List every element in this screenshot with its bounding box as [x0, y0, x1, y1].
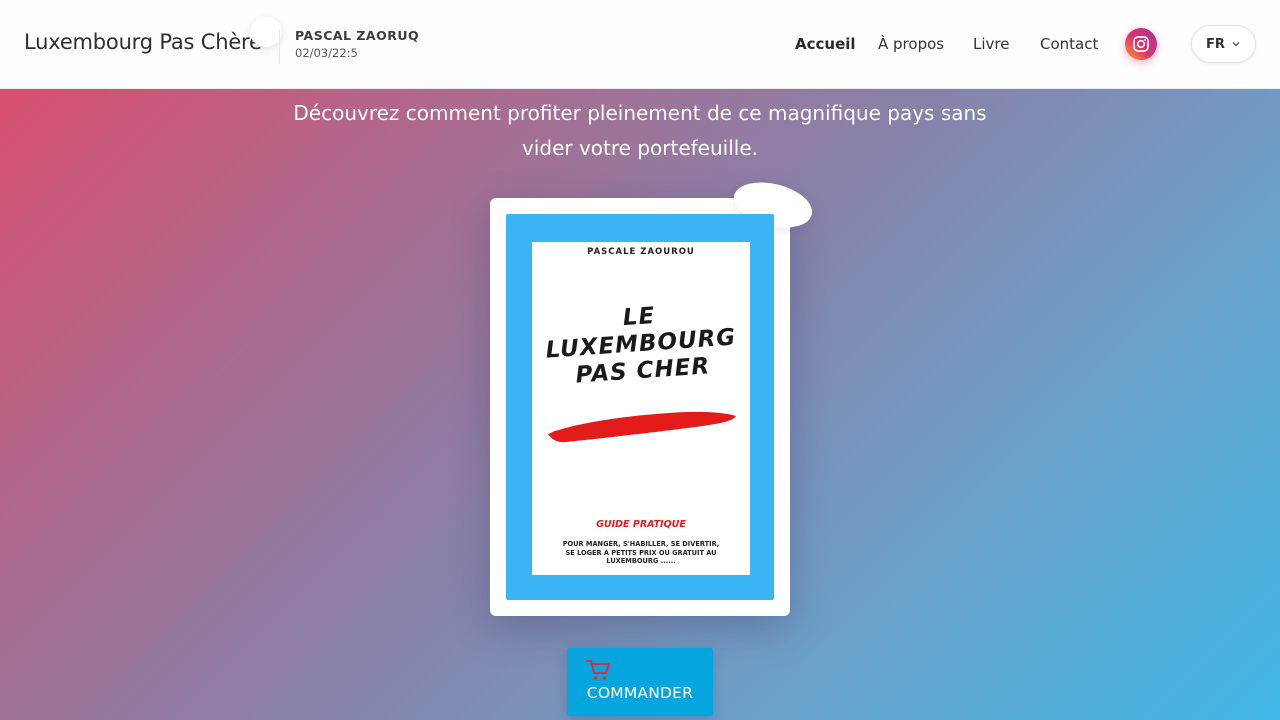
site-header: Luxembourg Pas Chère PASCAL ZAORUQ 02/03… [0, 0, 1280, 89]
cover-desc-line-3: LUXEMBOURG ...... [606, 557, 676, 565]
nav-item-contact[interactable]: Contact [1040, 35, 1098, 53]
language-selector[interactable]: FR [1191, 25, 1256, 63]
chevron-down-icon [1232, 42, 1240, 47]
red-brush-stroke [548, 411, 736, 443]
author-name: PASCAL ZAORUQ [295, 28, 420, 43]
nav-item-livre[interactable]: Livre [973, 35, 1009, 53]
order-button[interactable]: COMMANDER [567, 648, 713, 716]
header-divider [279, 30, 280, 64]
nav-item-accueil[interactable]: Accueil [795, 35, 856, 53]
order-button-label: COMMANDER [586, 684, 694, 702]
cover-desc-line-2: SE LOGER À PETITS PRIX OU GRATUIT AU [565, 548, 717, 557]
cover-title: LE LUXEMBOURG PAS CHER [533, 297, 748, 392]
cover-guide-label: GUIDE PRATIQUE [596, 519, 686, 530]
tagline-line-2: vider votre portefeuille. [522, 136, 758, 160]
instagram-button[interactable] [1125, 28, 1157, 60]
author-date: 02/03/22:5 [295, 46, 358, 60]
cover-author: PASCALE ZAOUROU [587, 247, 695, 257]
language-label: FR [1206, 36, 1225, 52]
nav-item-a-propos[interactable]: À propos [878, 35, 944, 53]
decorative-bubble [250, 17, 282, 47]
tagline-line-1: Découvrez comment profiter pleinement de… [293, 101, 987, 125]
book-cover[interactable]: PASCALE ZAOUROU LE LUXEMBOURG PAS CHER G… [532, 242, 750, 575]
instagram-icon [1133, 36, 1149, 52]
cover-description: POUR MANGER, S'HABILLER, SE DIVERTIR, SE… [546, 540, 736, 566]
hero-tagline: Découvrez comment profiter pleinement de… [280, 96, 1000, 166]
cart-icon [586, 660, 610, 680]
brand-title[interactable]: Luxembourg Pas Chère [24, 30, 262, 54]
cover-desc-line-1: POUR MANGER, S'HABILLER, SE DIVERTIR, [562, 540, 720, 548]
